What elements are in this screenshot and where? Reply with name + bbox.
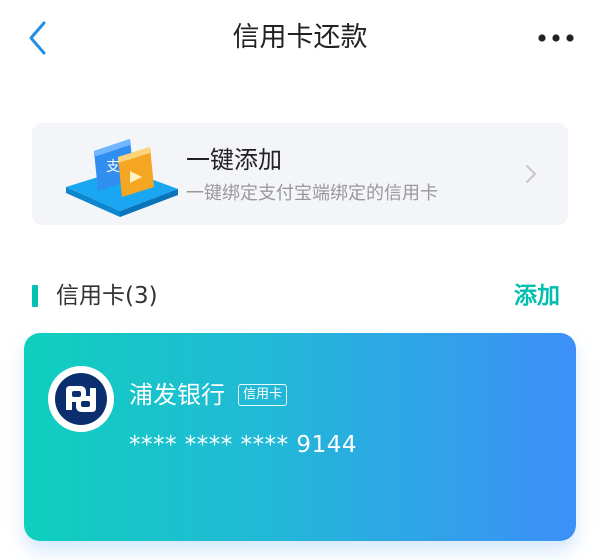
card-number: **** **** **** 9144 xyxy=(129,432,357,458)
svg-text:支: 支 xyxy=(106,159,120,175)
navigation-bar: 信用卡还款 xyxy=(0,0,600,78)
card-bind-illustration: 支 xyxy=(60,131,184,219)
section-title: 信用卡(3) xyxy=(56,283,158,309)
card-type-badge: 信用卡 xyxy=(238,384,288,406)
section-accent-bar xyxy=(32,285,38,307)
credit-card-repayment-page: 信用卡还款 支 一键添加 一键绑定支付宝端绑定的信用卡 信用卡(3) 添加 浦发… xyxy=(0,0,600,560)
page-title: 信用卡还款 xyxy=(232,22,368,53)
add-card-button[interactable]: 添加 xyxy=(514,279,560,313)
more-button[interactable] xyxy=(534,24,578,52)
quick-add-title: 一键添加 xyxy=(186,146,282,174)
bank-card[interactable]: 浦发银行 信用卡 **** **** **** 9144 xyxy=(24,333,576,541)
bank-name: 浦发银行 xyxy=(129,381,225,409)
quick-add-description: 一键绑定支付宝端绑定的信用卡 xyxy=(186,183,438,204)
chevron-right-icon xyxy=(520,163,542,185)
more-horizontal-icon xyxy=(538,34,574,42)
quick-add-card[interactable]: 支 一键添加 一键绑定支付宝端绑定的信用卡 xyxy=(32,123,568,225)
spdb-bank-logo-icon xyxy=(48,366,114,432)
